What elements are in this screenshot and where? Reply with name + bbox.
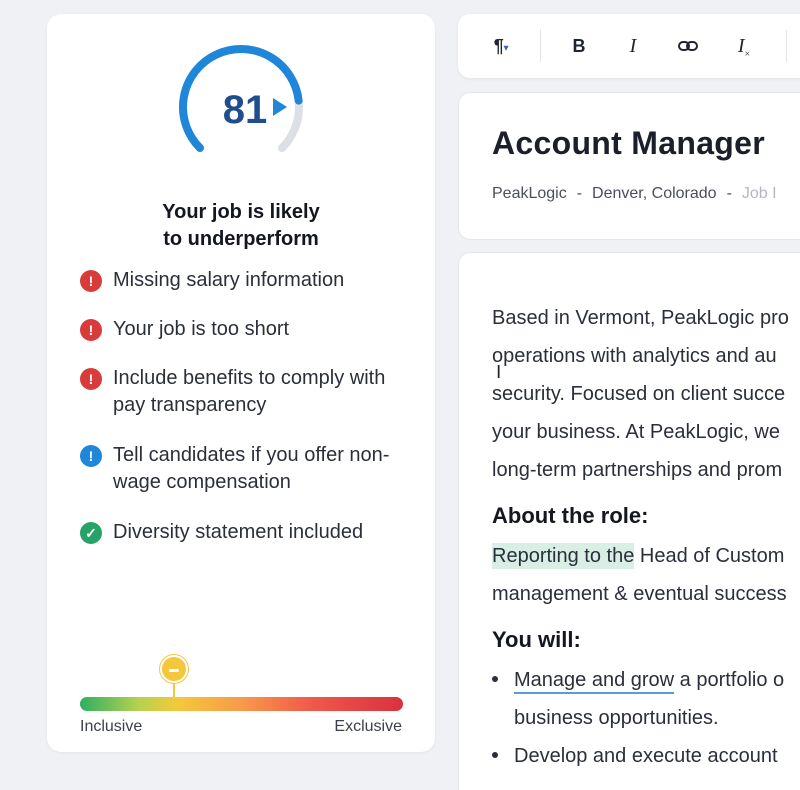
you-will-heading: You will: [492, 627, 581, 652]
job-description-content: Based in Vermont, PeakLogic pro operatio… [492, 299, 800, 775]
intro-line: long-term partnerships and prom [492, 459, 783, 481]
meta-separator: - [726, 185, 732, 202]
italic-button[interactable]: I [623, 34, 643, 58]
inclusivity-scale [80, 697, 403, 711]
meta-separator: - [576, 185, 583, 202]
exclamation-icon: ! [80, 319, 102, 341]
list-item: Develop and execute account [492, 737, 800, 775]
bold-button[interactable]: B [569, 34, 589, 58]
highlighted-text[interactable]: Reporting to the [492, 543, 635, 569]
exclamation-icon: ! [80, 368, 102, 390]
verdict-line-2: to underperform [163, 228, 319, 250]
check-item-label: Diversity statement included [113, 521, 364, 543]
about-line: Reporting to the Head of Custom [492, 537, 800, 575]
paragraph-icon: ¶ [493, 36, 504, 56]
scale-label-exclusive: Exclusive [334, 718, 402, 735]
job-meta: PeakLogic - Denver, Colorado - Job I [492, 185, 777, 203]
job-title[interactable]: Account Manager [492, 125, 765, 162]
link-button[interactable] [677, 34, 699, 58]
about-line: management & eventual success [492, 583, 787, 605]
check-item-length[interactable]: ! Your job is too short [80, 316, 403, 343]
check-item-diversity[interactable]: ✓ Diversity statement included [80, 519, 403, 546]
check-item-label: Include benefits to comply with pay tran… [113, 367, 386, 416]
about-rest: Head of Custom [634, 545, 785, 567]
check-item-label: Your job is too short [113, 318, 290, 340]
text-cursor-icon: Ⅰ [496, 362, 502, 382]
job-header-card: Account Manager PeakLogic - Denver, Colora… [458, 92, 800, 240]
list-item: Manage and grow a portfolio o [492, 661, 800, 699]
job-description-editor[interactable]: Based in Vermont, PeakLogic pro operatio… [458, 252, 800, 790]
score-value: 81 [222, 88, 268, 132]
scale-marker-minus-icon[interactable] [159, 655, 188, 683]
editor-toolbar: ¶▾ B I I× [458, 14, 800, 78]
job-score-panel: 81 Your job is likely to underperform ! … [47, 14, 435, 752]
play-icon [273, 98, 287, 116]
check-item-benefits[interactable]: ! Include benefits to comply with pay tr… [80, 365, 403, 419]
intro-line: security. Focused on client succe [492, 383, 786, 405]
intro-line: operations with analytics and au [492, 345, 777, 367]
scale-marker-stem [172, 683, 175, 698]
list-item-continuation: business opportunities. [514, 707, 719, 729]
scale-label-inclusive: Inclusive [80, 718, 143, 735]
score-gauge: 81 [47, 14, 435, 184]
bullet-rest: a portfolio o [674, 669, 785, 691]
about-heading: About the role: [492, 503, 649, 528]
job-location: Denver, Colorado [592, 185, 717, 202]
checkmark-icon: ✓ [80, 522, 102, 544]
chevron-down-icon: ▾ [503, 42, 509, 53]
clear-format-icon: I [737, 35, 745, 57]
toolbar-divider [540, 30, 541, 62]
check-item-label: Tell candidates if you offer non-wage co… [113, 444, 390, 493]
score-verdict: Your job is likely to underperform [47, 199, 435, 253]
check-item-compensation[interactable]: ! Tell candidates if you offer non-wage … [80, 442, 403, 496]
check-item-label: Missing salary information [113, 269, 345, 291]
toolbar-divider [786, 30, 787, 62]
paragraph-format-button[interactable]: ¶▾ [484, 34, 518, 58]
verdict-line-1: Your job is likely [162, 201, 320, 223]
link-icon [678, 41, 698, 51]
underlined-suggestion[interactable]: Manage and grow [514, 669, 674, 691]
job-extra-meta: Job I [741, 185, 777, 202]
check-item-salary[interactable]: ! Missing salary information [80, 267, 403, 294]
info-icon: ! [80, 445, 102, 467]
exclamation-icon: ! [80, 270, 102, 292]
company-name: PeakLogic [492, 185, 567, 202]
clear-format-button[interactable]: I× [733, 34, 755, 60]
intro-line: your business. At PeakLogic, we [492, 421, 780, 443]
intro-line: Based in Vermont, PeakLogic pro [492, 307, 789, 329]
